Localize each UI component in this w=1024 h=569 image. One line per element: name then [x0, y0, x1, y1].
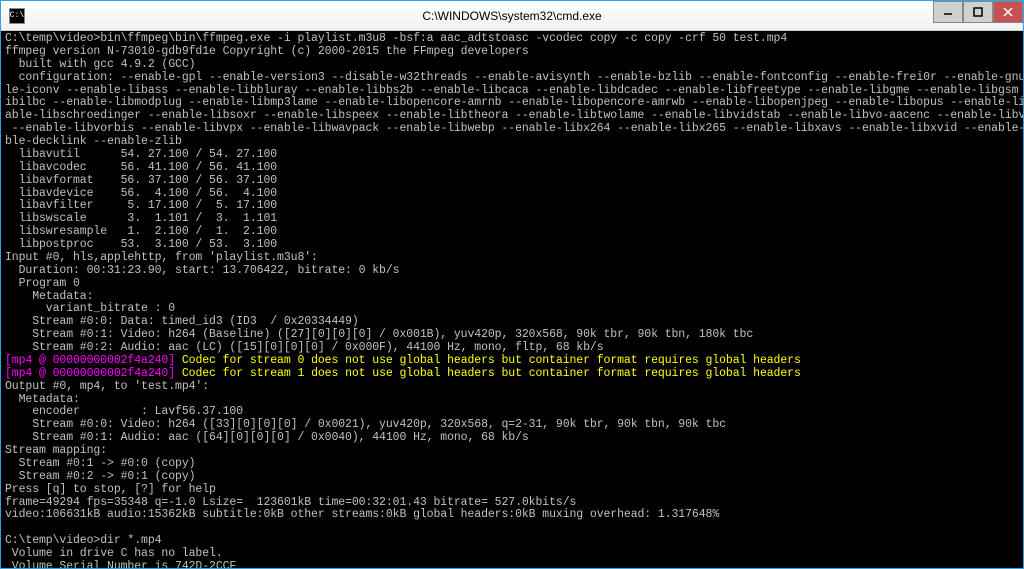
maximize-button[interactable] [963, 1, 993, 23]
close-icon [1003, 7, 1013, 17]
cmd-icon-label: C:\ [10, 11, 24, 20]
terminal-line: Output #0, mp4, to 'test.mp4': [5, 381, 1019, 394]
window-controls [933, 1, 1023, 23]
minimize-button[interactable] [933, 1, 963, 23]
terminal-line: Duration: 00:31:23.90, start: 13.706422,… [5, 265, 1019, 278]
minimize-icon [943, 7, 953, 17]
terminal-line: Volume Serial Number is 742D-2CCF [5, 561, 1019, 568]
terminal-line: Stream #0:1: Audio: aac ([64][0][0][0] /… [5, 432, 1019, 445]
maximize-icon [973, 7, 983, 17]
window-title-bar: C:\ C:\WINDOWS\system32\cmd.exe [1, 1, 1023, 31]
terminal-line: Program 0 [5, 278, 1019, 291]
terminal-output[interactable]: C:\temp\video>bin\ffmpeg\bin\ffmpeg.exe … [1, 31, 1023, 568]
cmd-icon: C:\ [9, 8, 25, 24]
terminal-line: video:106631kB audio:15362kB subtitle:0k… [5, 509, 1019, 522]
close-button[interactable] [993, 1, 1023, 23]
window-title: C:\WINDOWS\system32\cmd.exe [422, 9, 601, 23]
